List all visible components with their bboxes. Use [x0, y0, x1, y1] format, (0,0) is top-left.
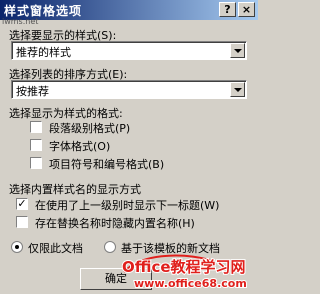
hide-builtin-name-checkbox[interactable] [16, 216, 28, 228]
chevron-down-icon[interactable] [230, 82, 245, 97]
paragraph-format-label: 段落级别格式(P) [49, 122, 131, 135]
this-document-label: 仅限此文档 [28, 242, 83, 255]
sort-order-combo[interactable]: 按推荐 [11, 80, 247, 99]
help-button[interactable]: ? [219, 2, 236, 17]
show-styles-value: 推荐的样式 [16, 46, 71, 59]
show-next-heading-checkbox[interactable]: ✓ [16, 198, 28, 210]
show-styles-combo[interactable]: 推荐的样式 [11, 41, 247, 60]
builtin-names-label: 选择内置样式名的显示方式 [9, 183, 141, 196]
font-format-label: 字体格式(O) [49, 140, 111, 153]
template-docs-radio[interactable] [104, 241, 116, 253]
show-next-heading-label: 在使用了上一级别时显示下一标题(W) [35, 199, 220, 212]
watermark-logo: Office教程学习网 www.office68.com [121, 254, 248, 290]
this-document-radio[interactable] [11, 241, 23, 253]
close-button[interactable]: × [238, 2, 255, 17]
sort-order-value: 按推荐 [16, 85, 49, 98]
bullet-format-checkbox[interactable] [30, 157, 42, 169]
watermark-site: iwms.net [2, 17, 39, 26]
chevron-down-icon[interactable] [230, 43, 245, 58]
paragraph-format-checkbox[interactable] [30, 121, 42, 133]
font-format-checkbox[interactable] [30, 139, 42, 151]
hide-builtin-name-label: 存在替换名称时隐藏内置名称(H) [35, 217, 195, 230]
watermark-logo-url: www.office68.com [134, 277, 247, 290]
title-bar: 样式窗格选项 ? × [0, 0, 258, 20]
bullet-format-label: 项目符号和编号格式(B) [49, 158, 165, 171]
show-as-styles-label: 选择显示为样式的格式: [9, 107, 123, 120]
watermark-logo-title: Office教程学习网 [122, 258, 246, 276]
